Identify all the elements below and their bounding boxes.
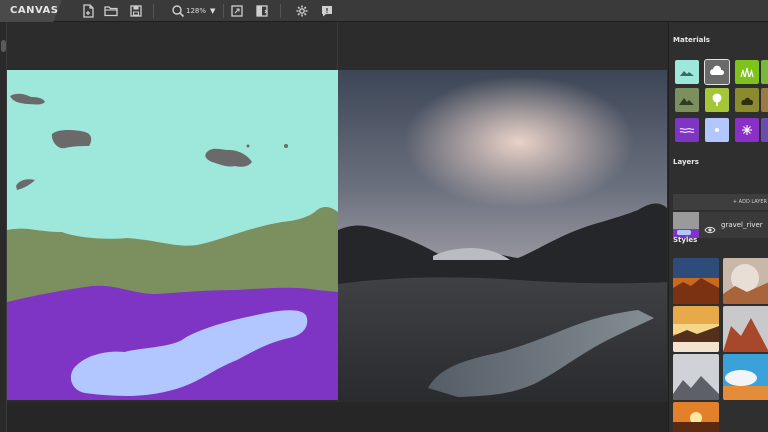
layer-name: gravel_river — [721, 221, 763, 229]
tree-icon — [712, 93, 722, 106]
material-mountain[interactable] — [675, 88, 699, 112]
toolbar-separator — [153, 4, 154, 18]
material-cloud[interactable] — [704, 59, 730, 85]
water-icon — [679, 127, 695, 134]
cloud-icon — [710, 65, 725, 75]
save-icon[interactable] — [128, 3, 144, 19]
painting-canvas[interactable] — [7, 70, 338, 400]
style-misty-valley[interactable] — [673, 354, 719, 400]
zoom-dropdown-icon[interactable]: ▼ — [210, 3, 215, 19]
settings-gear-icon[interactable] — [294, 3, 310, 19]
mountain-icon — [679, 98, 694, 105]
layers-title: Layers — [673, 158, 699, 166]
style-desert-sunset[interactable] — [673, 258, 719, 304]
zoom-control[interactable]: 128% ▼ — [170, 3, 220, 19]
material-bush[interactable] — [735, 88, 759, 112]
toolbar-separator — [223, 4, 224, 18]
material-grass[interactable] — [735, 60, 759, 84]
right-panel: Materials Layers + ADD LAYER gravel_rive… — [668, 22, 768, 432]
landscape-icon — [680, 71, 694, 76]
snow-icon — [715, 128, 719, 132]
style-red-canyon[interactable] — [723, 306, 768, 352]
new-file-icon[interactable] — [80, 3, 96, 19]
material-more[interactable] — [761, 60, 768, 84]
bush-icon — [741, 97, 754, 105]
style-sky-clouds[interactable] — [723, 354, 768, 400]
style-mist-rocks[interactable] — [723, 258, 768, 304]
layer-row[interactable]: gravel_river — [673, 212, 768, 238]
feedback-icon[interactable] — [319, 3, 335, 19]
expand-icon[interactable] — [229, 3, 245, 19]
layer-thumbnail — [673, 212, 699, 238]
left-tool-strip — [0, 22, 7, 432]
toolbar-separator — [280, 4, 281, 18]
material-water[interactable] — [675, 118, 699, 142]
left-strip-handle[interactable] — [1, 40, 6, 52]
zoom-value: 128% — [186, 7, 207, 15]
material-sky[interactable] — [675, 60, 699, 84]
app-title: CANVAS — [0, 0, 62, 22]
flower-icon — [742, 125, 752, 135]
app-window: CANVAS 128% ▼ Materials Layers + ADD LAY… — [0, 0, 768, 432]
material-tree[interactable] — [705, 88, 729, 112]
style-golden-sunrise[interactable] — [673, 306, 719, 352]
add-layer-button[interactable]: + ADD LAYER — [673, 194, 768, 210]
material-snow[interactable] — [705, 118, 729, 142]
open-folder-icon[interactable] — [103, 3, 119, 19]
eye-visibility-icon[interactable] — [704, 220, 716, 234]
styles-title: Styles — [673, 236, 698, 244]
materials-title: Materials — [673, 36, 710, 44]
material-flower[interactable] — [735, 118, 759, 142]
workspace-bottom-bar — [7, 402, 668, 432]
grass-icon — [740, 67, 754, 78]
generated-photo — [338, 70, 667, 400]
top-toolbar: CANVAS 128% ▼ — [0, 0, 768, 22]
material-more[interactable] — [761, 88, 768, 112]
style-sunset-glow[interactable] — [673, 402, 719, 432]
zoom-icon — [170, 3, 186, 19]
material-more[interactable] — [761, 118, 768, 142]
split-view-icon[interactable] — [254, 3, 270, 19]
